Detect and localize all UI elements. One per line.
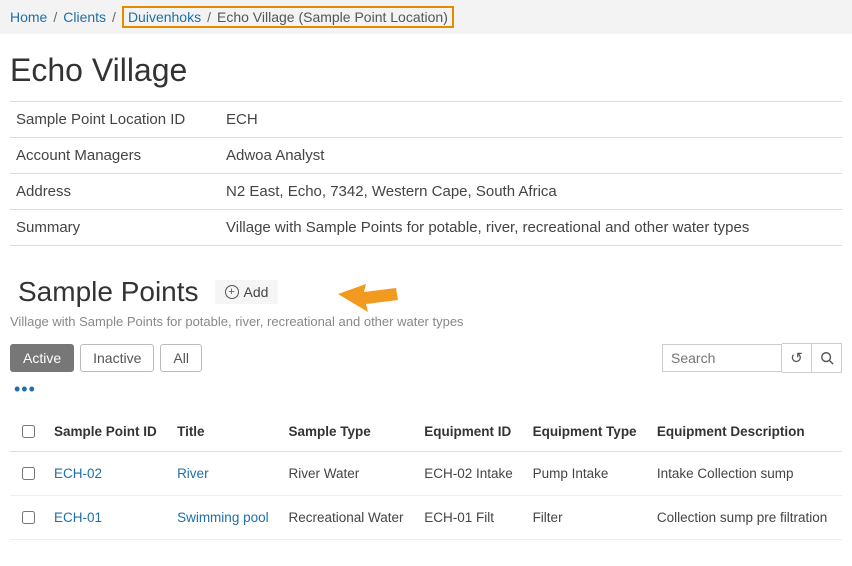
sp-id-link[interactable]: ECH-01 — [54, 510, 102, 525]
search-button[interactable] — [812, 343, 842, 373]
arrow-annotation — [338, 280, 398, 316]
row-checkbox[interactable] — [22, 511, 35, 524]
detail-id-label: Sample Point Location ID — [10, 102, 220, 138]
cell-equip-id: ECH-01 Filt — [416, 496, 524, 540]
cell-equip-type: Filter — [525, 496, 649, 540]
col-equip-id: Equipment ID — [416, 412, 524, 452]
detail-managers-label: Account Managers — [10, 138, 220, 174]
filter-row: Active Inactive All ↺ — [10, 343, 842, 373]
cell-sample-type: River Water — [280, 452, 416, 496]
filter-all[interactable]: All — [160, 344, 202, 372]
sp-title-link[interactable]: River — [177, 466, 209, 481]
cell-equip-desc: Intake Collection sump — [649, 452, 842, 496]
sp-title-link[interactable]: Swimming pool — [177, 510, 269, 525]
cell-equip-type: Pump Intake — [525, 452, 649, 496]
detail-managers-value: Adwoa Analyst — [220, 138, 842, 174]
reset-button[interactable]: ↺ — [782, 343, 812, 373]
col-checkbox — [10, 412, 46, 452]
add-button-label: Add — [244, 284, 269, 300]
filter-active[interactable]: Active — [10, 344, 74, 372]
breadcrumb-sep: / — [53, 9, 57, 25]
row-checkbox[interactable] — [22, 467, 35, 480]
breadcrumb-home[interactable]: Home — [10, 9, 47, 25]
breadcrumb-sep: / — [112, 9, 116, 25]
search-icon — [820, 351, 834, 365]
col-equip-type: Equipment Type — [525, 412, 649, 452]
breadcrumb: Home / Clients / Duivenhoks / Echo Villa… — [0, 0, 852, 34]
section-subtitle: Village with Sample Points for potable, … — [10, 314, 842, 329]
select-all-checkbox[interactable] — [22, 425, 35, 438]
add-button[interactable]: + Add — [215, 280, 279, 304]
sp-id-link[interactable]: ECH-02 — [54, 466, 102, 481]
detail-address-value: N2 East, Echo, 7342, Western Cape, South… — [220, 174, 842, 210]
detail-id-value: ECH — [220, 102, 842, 138]
col-sample-type: Sample Type — [280, 412, 416, 452]
section-title: Sample Points — [18, 276, 199, 308]
cell-sample-type: Recreational Water — [280, 496, 416, 540]
sample-points-table: Sample Point ID Title Sample Type Equipm… — [10, 412, 842, 540]
page-title: Echo Village — [10, 52, 842, 89]
search-input[interactable] — [662, 344, 782, 372]
details-table: Sample Point Location ID ECH Account Man… — [10, 101, 842, 246]
section-header: Sample Points + Add — [18, 276, 842, 308]
col-title: Title — [169, 412, 280, 452]
more-menu[interactable]: ••• — [14, 379, 842, 400]
cell-equip-id: ECH-02 Intake — [416, 452, 524, 496]
detail-summary-label: Summary — [10, 210, 220, 246]
col-sp-id: Sample Point ID — [46, 412, 169, 452]
breadcrumb-current: Echo Village (Sample Point Location) — [217, 9, 448, 25]
plus-icon: + — [225, 285, 239, 299]
table-row: ECH-01 Swimming pool Recreational Water … — [10, 496, 842, 540]
breadcrumb-clients[interactable]: Clients — [63, 9, 106, 25]
cell-equip-desc: Collection sump pre filtration — [649, 496, 842, 540]
filter-inactive[interactable]: Inactive — [80, 344, 154, 372]
filter-buttons: Active Inactive All — [10, 344, 202, 372]
table-row: ECH-02 River River Water ECH-02 Intake P… — [10, 452, 842, 496]
col-equip-desc: Equipment Description — [649, 412, 842, 452]
detail-address-label: Address — [10, 174, 220, 210]
breadcrumb-highlight: Duivenhoks / Echo Village (Sample Point … — [122, 6, 454, 28]
detail-summary-value: Village with Sample Points for potable, … — [220, 210, 842, 246]
breadcrumb-sep: / — [207, 9, 211, 25]
undo-icon: ↺ — [790, 349, 803, 367]
breadcrumb-client-name[interactable]: Duivenhoks — [128, 9, 201, 25]
